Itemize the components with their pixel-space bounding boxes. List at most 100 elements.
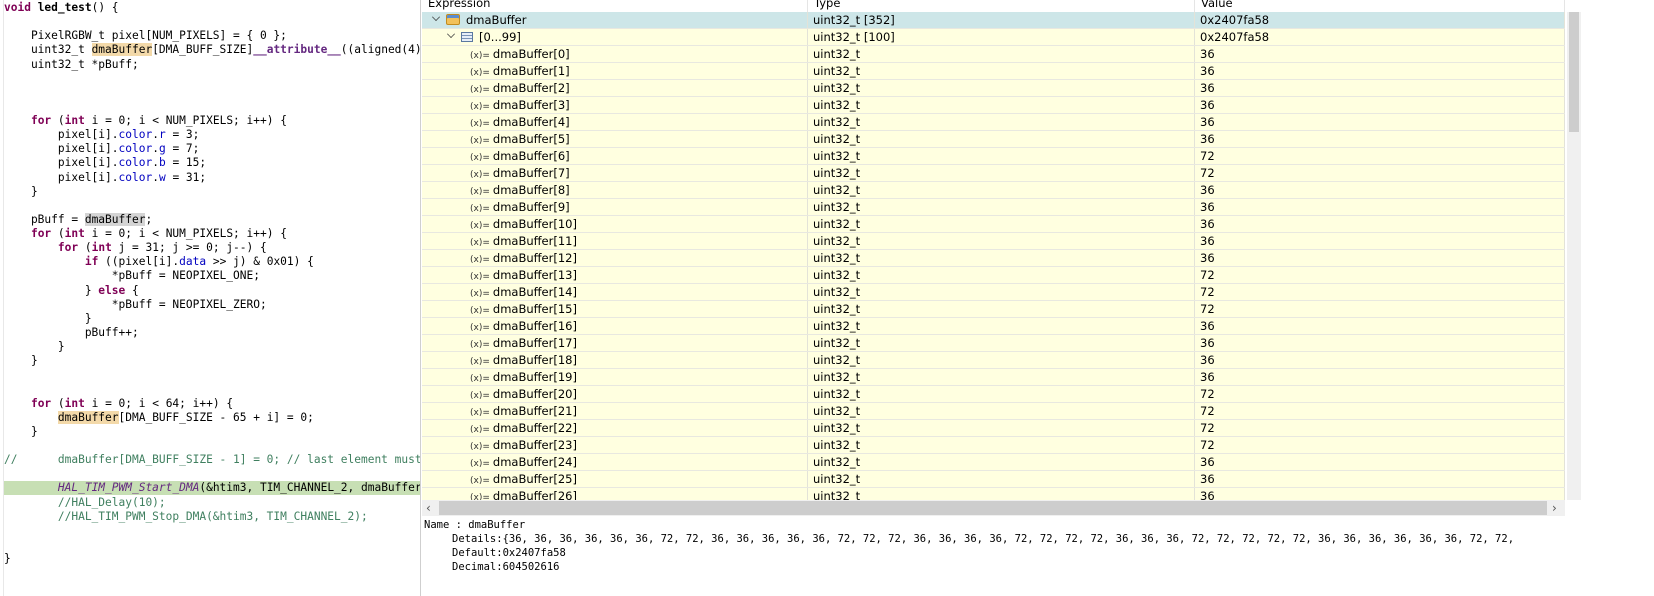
expression-name: dmaBuffer[22]	[492, 421, 577, 435]
code-line[interactable]: pBuff = dmaBuffer;	[4, 212, 420, 227]
column-header-value[interactable]: Value	[1195, 0, 1565, 12]
code-line[interactable]: pixel[i].color.r = 3;	[4, 128, 420, 142]
code-line[interactable]: }	[4, 340, 420, 354]
tree-row-element[interactable]: (x)= dmaBuffer[14] uint32_t 72	[422, 284, 1565, 301]
horizontal-scrollbar[interactable]: ‹ ›	[422, 500, 1565, 516]
code-token: .	[152, 156, 159, 170]
expression-name: dmaBuffer[23]	[492, 438, 577, 452]
code-line[interactable]	[4, 72, 420, 86]
code-line[interactable]: for (int i = 0; i < 64; i++) {	[4, 397, 420, 411]
tree-row-element[interactable]: (x)= dmaBuffer[2] uint32_t 36	[422, 80, 1565, 97]
code-line[interactable]: PixelRGBW_t pixel[NUM_PIXELS] = { 0 };	[4, 29, 420, 43]
current-line[interactable]: HAL_TIM_PWM_Start_DMA(&htim3, TIM_CHANNE…	[4, 481, 420, 496]
code-line[interactable]	[4, 86, 420, 100]
variable-icon: (x)=	[470, 459, 490, 469]
tree-row-element[interactable]: (x)= dmaBuffer[15] uint32_t 72	[422, 301, 1565, 318]
expression-name: dmaBuffer[25]	[492, 472, 577, 486]
code-line[interactable]: //HAL_TIM_PWM_Stop_DMA(&htim3, TIM_CHANN…	[4, 510, 420, 524]
code-line[interactable]: *pBuff = NEOPIXEL_ZERO;	[4, 298, 420, 312]
tree-row-element[interactable]: (x)= dmaBuffer[6] uint32_t 72	[422, 148, 1565, 165]
code-line[interactable]: uint32_t dmaBuffer[DMA_BUFF_SIZE]__attri…	[4, 43, 420, 57]
tree-row-element[interactable]: (x)= dmaBuffer[17] uint32_t 36	[422, 335, 1565, 352]
code-line[interactable]	[4, 383, 420, 397]
tree-row-element[interactable]: (x)= dmaBuffer[25] uint32_t 36	[422, 471, 1565, 488]
code-line[interactable]: //HAL_Delay(10);	[4, 496, 420, 510]
code-line[interactable]: for (int i = 0; i < NUM_PIXELS; i++) {	[4, 114, 420, 128]
column-header-expression[interactable]: Expression	[422, 0, 808, 12]
value-cell: 72	[1195, 267, 1565, 283]
tree-row-element[interactable]: (x)= dmaBuffer[0] uint32_t 36	[422, 46, 1565, 63]
code-line[interactable]: }	[4, 425, 420, 439]
scroll-right-icon[interactable]: ›	[1552, 500, 1557, 516]
chevron-down-icon[interactable]	[447, 30, 455, 38]
code-line[interactable]: pixel[i].color.w = 31;	[4, 171, 420, 185]
tree-row-element[interactable]: (x)= dmaBuffer[23] uint32_t 72	[422, 437, 1565, 454]
code-line[interactable]	[4, 15, 420, 29]
code-line[interactable]	[4, 467, 420, 481]
code-line[interactable]: dmaBuffer[DMA_BUFF_SIZE - 65 + i] = 0;	[4, 410, 420, 425]
tree-row-element[interactable]: (x)= dmaBuffer[18] uint32_t 36	[422, 352, 1565, 369]
tree-row-element[interactable]: (x)= dmaBuffer[9] uint32_t 36	[422, 199, 1565, 216]
code-line[interactable]: pixel[i].color.g = 7;	[4, 142, 420, 156]
expression-cell: (x)= dmaBuffer[11]	[422, 233, 808, 249]
variable-icon: (x)=	[470, 68, 490, 78]
scrollbar-thumb[interactable]	[1569, 12, 1579, 132]
tree-row-root[interactable]: dmaBuffer uint32_t [352] 0x2407fa58	[422, 12, 1565, 29]
tree-row-element[interactable]: (x)= dmaBuffer[26] uint32_t 36	[422, 488, 1565, 500]
tree-row-element[interactable]: (x)= dmaBuffer[13] uint32_t 72	[422, 267, 1565, 284]
tree-row-element[interactable]: (x)= dmaBuffer[7] uint32_t 72	[422, 165, 1565, 182]
tree-row-element[interactable]: (x)= dmaBuffer[5] uint32_t 36	[422, 131, 1565, 148]
scrollbar-thumb[interactable]	[439, 501, 1547, 515]
vertical-scrollbar[interactable]	[1567, 12, 1581, 500]
tree-row-element[interactable]: (x)= dmaBuffer[16] uint32_t 36	[422, 318, 1565, 335]
code-line[interactable]: pixel[i].color.b = 15;	[4, 156, 420, 170]
chevron-down-icon[interactable]	[432, 13, 440, 21]
tree-row-element[interactable]: (x)= dmaBuffer[8] uint32_t 36	[422, 182, 1565, 199]
tree-row-element[interactable]: (x)= dmaBuffer[20] uint32_t 72	[422, 386, 1565, 403]
expression-name: dmaBuffer[1]	[492, 64, 570, 78]
code-line[interactable]: *pBuff = NEOPIXEL_ONE;	[4, 269, 420, 283]
tree-row-element[interactable]: (x)= dmaBuffer[4] uint32_t 36	[422, 114, 1565, 131]
code-line[interactable]: if ((pixel[i].data >> j) & 0x01) {	[4, 255, 420, 269]
code-line[interactable]	[4, 100, 420, 114]
tree-row-element[interactable]: (x)= dmaBuffer[19] uint32_t 36	[422, 369, 1565, 386]
tree-row-element[interactable]: (x)= dmaBuffer[12] uint32_t 36	[422, 250, 1565, 267]
code-line[interactable]: }	[4, 312, 420, 326]
code-line[interactable]: for (int j = 31; j >= 0; j--) {	[4, 241, 420, 255]
code-line[interactable]: }	[4, 552, 420, 566]
value-cell: 36	[1195, 199, 1565, 215]
column-header-type[interactable]: Type	[808, 0, 1195, 12]
code-line[interactable]: }	[4, 354, 420, 368]
tree-row-element[interactable]: (x)= dmaBuffer[21] uint32_t 72	[422, 403, 1565, 420]
code-line[interactable]	[4, 368, 420, 382]
scroll-left-icon[interactable]: ‹	[426, 500, 431, 516]
code-line[interactable]: // dmaBuffer[DMA_BUFF_SIZE - 1] = 0; // …	[4, 453, 420, 467]
tree-row-element[interactable]: (x)= dmaBuffer[11] uint32_t 36	[422, 233, 1565, 250]
details-pane[interactable]: Name : dmaBuffer Details:{36, 36, 36, 36…	[422, 517, 1654, 596]
value-cell: 72	[1195, 165, 1565, 181]
tree-row-element[interactable]: (x)= dmaBuffer[1] uint32_t 36	[422, 63, 1565, 80]
tree-row-element[interactable]: (x)= dmaBuffer[24] uint32_t 36	[422, 454, 1565, 471]
tree-row-group[interactable]: [0...99] uint32_t [100] 0x2407fa58	[422, 29, 1565, 46]
code-line[interactable]: }	[4, 185, 420, 199]
code-line[interactable]: uint32_t *pBuff;	[4, 58, 420, 72]
code-token: i = 0; i < NUM_PIXELS; i++) {	[84, 227, 287, 241]
tree-row-element[interactable]: (x)= dmaBuffer[22] uint32_t 72	[422, 420, 1565, 437]
tree-row-element[interactable]: (x)= dmaBuffer[10] uint32_t 36	[422, 216, 1565, 233]
code-line[interactable]	[4, 524, 420, 538]
code-line[interactable]: } else {	[4, 284, 420, 298]
code-line[interactable]: pBuff++;	[4, 326, 420, 340]
code-line[interactable]: void led_test() {	[4, 1, 420, 15]
code-editor[interactable]: void led_test() { PixelRGBW_t pixel[NUM_…	[0, 0, 421, 596]
code-line[interactable]	[4, 439, 420, 453]
code-line[interactable]: for (int i = 0; i < NUM_PIXELS; i++) {	[4, 227, 420, 241]
code-line[interactable]	[4, 538, 420, 552]
variable-icon: (x)=	[470, 119, 490, 129]
tree-row-element[interactable]: (x)= dmaBuffer[3] uint32_t 36	[422, 97, 1565, 114]
type-cell: uint32_t	[808, 199, 1195, 215]
variable-icon: (x)=	[470, 255, 490, 265]
code-token: = 7;	[165, 142, 200, 156]
code-line[interactable]	[4, 199, 420, 213]
variable-icon: (x)=	[470, 340, 490, 350]
